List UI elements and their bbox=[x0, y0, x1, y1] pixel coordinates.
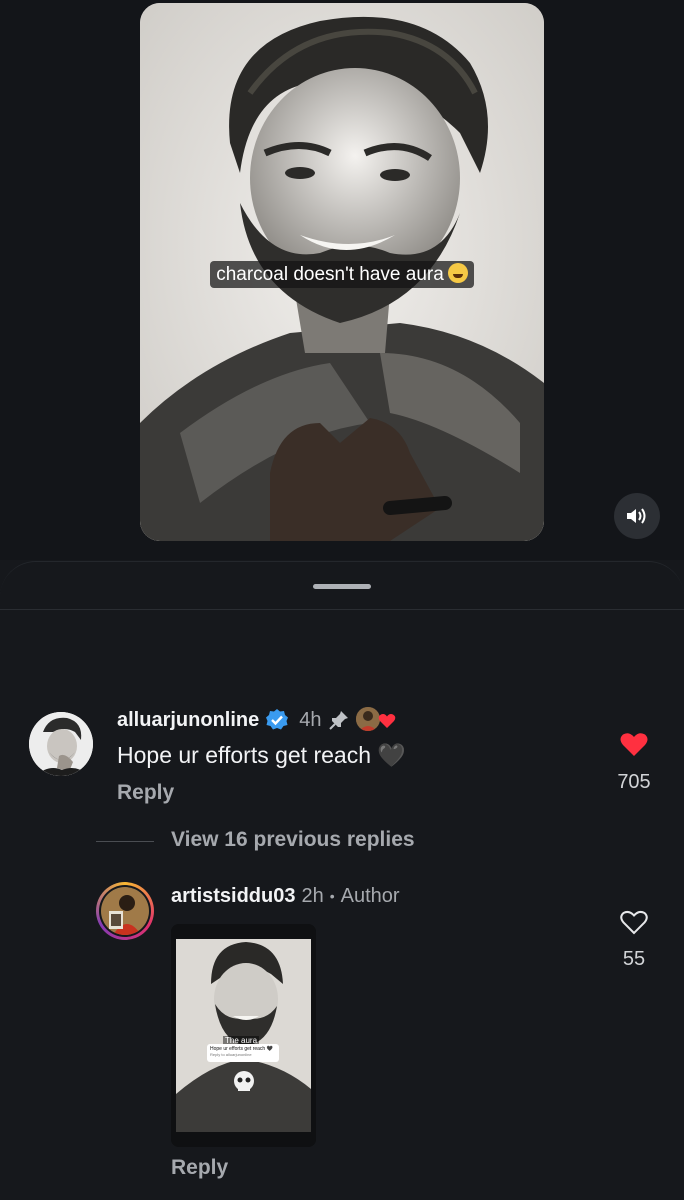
reply-like-count: 55 bbox=[622, 948, 646, 970]
comment-header: alluarjunonline 4h bbox=[117, 706, 557, 734]
mute-toggle-button[interactable] bbox=[614, 493, 660, 539]
avatar-artistsiddu03[interactable] bbox=[96, 882, 154, 940]
comment-reply-button[interactable]: Reply bbox=[117, 781, 174, 805]
reel-video[interactable]: charcoal doesn't have aura bbox=[140, 3, 544, 541]
video-caption: charcoal doesn't have aura bbox=[140, 261, 544, 288]
meta-separator: • bbox=[329, 888, 335, 904]
replies-thread-line bbox=[96, 841, 154, 842]
caption-text: charcoal doesn't have aura bbox=[216, 264, 444, 285]
comment-like-count: 705 bbox=[617, 771, 651, 793]
creator-heart-icon bbox=[378, 714, 395, 728]
thumb-comment-sticker: Hope ur efforts get reach 🖤 Reply to all… bbox=[207, 1044, 279, 1062]
view-previous-replies-button[interactable]: View 16 previous replies bbox=[171, 828, 415, 852]
comment-like-button[interactable] bbox=[612, 732, 656, 762]
avatar-alluarjunonline[interactable] bbox=[29, 712, 93, 776]
comment-text: Hope ur efforts get reach 🖤 bbox=[117, 742, 407, 768]
comment-time: 4h bbox=[299, 708, 322, 731]
reply-like-button[interactable] bbox=[612, 910, 656, 940]
heart-filled-icon bbox=[620, 733, 648, 756]
reply-time: 2h bbox=[301, 884, 324, 907]
creator-mini-avatar bbox=[355, 707, 380, 731]
creator-avatar-photo bbox=[355, 707, 380, 731]
speaker-on-icon bbox=[627, 508, 646, 524]
comment-username[interactable]: alluarjunonline bbox=[117, 709, 259, 732]
sheet-drag-handle[interactable] bbox=[313, 584, 371, 589]
author-label: Author bbox=[340, 884, 400, 907]
profile-photo bbox=[29, 712, 93, 776]
profile-photo bbox=[101, 887, 149, 935]
video-stage: charcoal doesn't have aura bbox=[0, 0, 684, 560]
thumb-sticker-subtext: Reply to alluarjunonline bbox=[210, 1052, 252, 1057]
verified-badge-icon bbox=[266, 709, 289, 730]
comments-sheet bbox=[0, 561, 684, 1200]
sheet-divider bbox=[0, 609, 684, 610]
reply-video-thumbnail[interactable]: The aura Hope ur efforts get reach 🖤 Rep… bbox=[171, 924, 316, 1147]
reply-reply-button[interactable]: Reply bbox=[171, 1156, 228, 1180]
grinning-sweat-emoji-icon bbox=[447, 263, 468, 283]
pin-icon bbox=[328, 711, 348, 730]
reply-header: artistsiddu03 2h • Author bbox=[171, 882, 400, 910]
creator-liked-badge bbox=[355, 707, 396, 733]
reply-username[interactable]: artistsiddu03 bbox=[171, 885, 295, 908]
heart-outline-icon bbox=[620, 910, 648, 935]
